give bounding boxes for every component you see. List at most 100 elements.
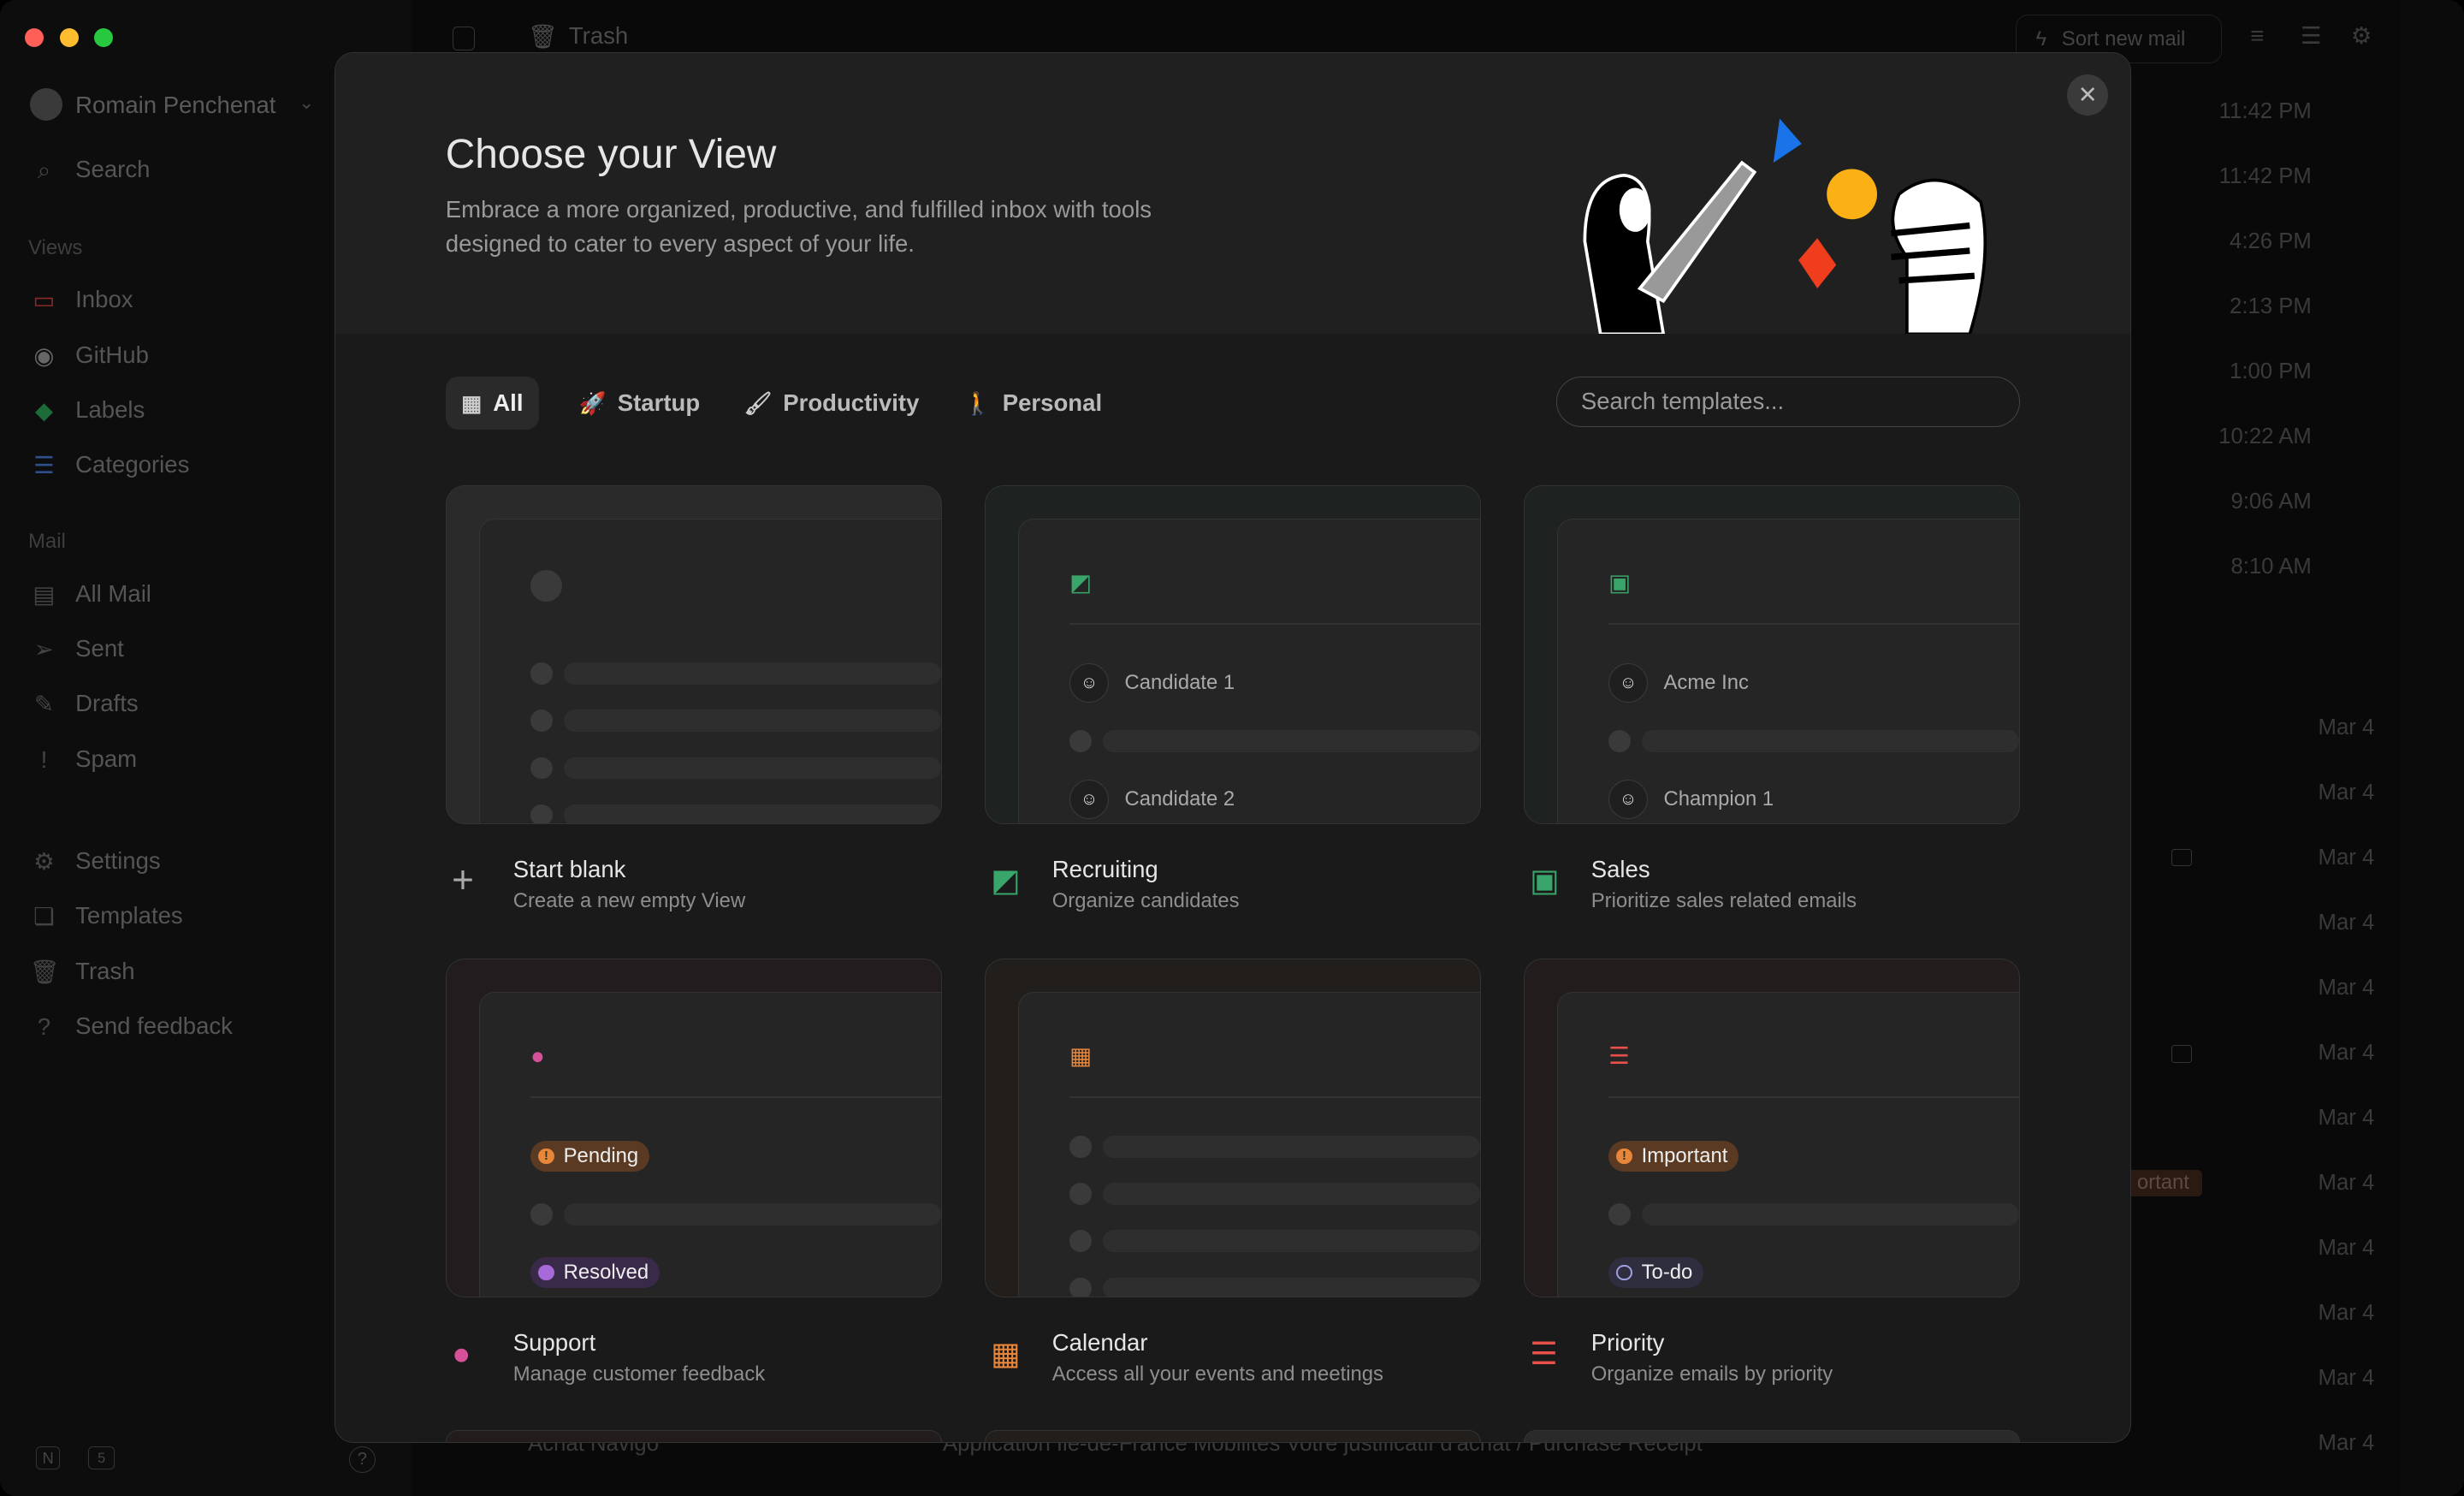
- mail-time: 11:42 PM: [2218, 98, 2312, 123]
- close-dialog-button[interactable]: ✕: [2067, 74, 2108, 116]
- calendar-icon: [2171, 848, 2193, 867]
- list-view-icon[interactable]: ☰: [2301, 22, 2322, 50]
- mail-date: Mar 4: [2318, 715, 2375, 739]
- tab-all[interactable]: ▦ All: [445, 376, 539, 430]
- preview-row: Resolved: [530, 1252, 941, 1293]
- template-preview[interactable]: [445, 484, 943, 825]
- tab-label: Personal: [1002, 389, 1103, 416]
- priority-list-icon: ☰: [1530, 1336, 1558, 1372]
- search-templates-input[interactable]: Search templates...: [1556, 376, 2021, 427]
- zoom-window-button[interactable]: [94, 28, 114, 48]
- tag-icon: ◆: [34, 396, 53, 424]
- dialog-title: Choose your View: [445, 132, 777, 178]
- sort-label: Sort new mail: [2061, 27, 2186, 50]
- tab-startup[interactable]: 🚀 Startup: [564, 377, 716, 430]
- preview-row: [530, 795, 942, 824]
- skeleton-bar: [1102, 1277, 1481, 1297]
- skeleton-bar: [1102, 730, 1481, 753]
- close-window-button[interactable]: [25, 28, 44, 48]
- money-icon: ▣: [1608, 569, 1632, 597]
- status-badge: ! Important: [1608, 1140, 1739, 1172]
- skeleton-dot: [1608, 730, 1631, 753]
- status-dot-icon: [538, 1264, 554, 1281]
- preview-panel: ◩ ☺ Candidate 1 ☺ Candidate 2: [1018, 519, 1481, 824]
- sort-icon: ϟ: [2035, 27, 2047, 50]
- calendar-app-icon[interactable]: 5: [87, 1446, 116, 1470]
- template-preview[interactable]: ▣ ☺ Acme Inc ☺ Champion 1: [1523, 484, 2021, 825]
- skeleton-dot: [1608, 1203, 1631, 1226]
- badge-label: Resolved: [563, 1261, 649, 1285]
- badge-label: Important: [1641, 1144, 1728, 1168]
- preview-row: ☺ Champion 1: [1608, 779, 2019, 820]
- divider: [1069, 1096, 1481, 1099]
- mail-time: 4:26 PM: [2230, 229, 2312, 253]
- status-badge: ! Pending: [530, 1140, 650, 1172]
- template-description: Prioritize sales related emails: [1590, 888, 1857, 912]
- skeleton-dot: [530, 662, 553, 686]
- choose-view-dialog: Choose your View Embrace a more organize…: [335, 51, 2131, 1444]
- sidebar-item-label: Send feedback: [75, 1012, 233, 1039]
- template-name: Sales: [1590, 856, 1650, 883]
- divider: [1608, 623, 2020, 626]
- select-all-checkbox[interactable]: [452, 27, 475, 50]
- priority-list-icon: ☰: [1608, 1042, 1630, 1069]
- skeleton-bar: [563, 757, 942, 780]
- search-icon: ⌕: [37, 156, 51, 183]
- placeholder-circle: [530, 570, 562, 602]
- badge-label: Pending: [563, 1144, 639, 1168]
- illustration: [1583, 118, 1987, 335]
- template-name: Recruiting: [1051, 856, 1158, 883]
- template-preview[interactable]: ▦: [984, 958, 1482, 1298]
- skeleton-bar: [1641, 1203, 2020, 1226]
- sidebar-item-label: Inbox: [75, 286, 133, 313]
- template-card-partial[interactable]: [445, 1429, 943, 1443]
- list-icon: ☰: [33, 452, 55, 479]
- skeleton-dot: [1069, 1277, 1092, 1297]
- notion-icon[interactable]: N: [36, 1446, 60, 1470]
- preview-panel: ▦: [1018, 992, 1481, 1297]
- preview-row: [1608, 1194, 2020, 1235]
- help-icon[interactable]: ?: [348, 1446, 376, 1474]
- settings-icon[interactable]: ⚙: [2351, 22, 2372, 50]
- important-label: ortant: [2124, 1169, 2202, 1197]
- skeleton-dot: [1069, 1230, 1092, 1253]
- sidebar-item-label: Categories: [75, 451, 190, 478]
- skeleton-bar: [563, 804, 942, 824]
- avatar: ☺: [1069, 663, 1110, 703]
- tab-personal[interactable]: 🚶 Personal: [949, 377, 1118, 430]
- preview-panel: ●! Pending Resolved: [479, 992, 942, 1297]
- mail-time: 2:13 PM: [2230, 294, 2312, 318]
- template-description: Organize candidates: [1051, 888, 1240, 912]
- tab-label: Productivity: [783, 389, 920, 416]
- mail-time: 9:06 AM: [2230, 489, 2312, 514]
- skeleton-dot: [1069, 1136, 1092, 1158]
- tab-productivity[interactable]: 🖌 Productivity: [728, 377, 934, 430]
- template-preview[interactable]: ●! Pending Resolved: [445, 958, 943, 1298]
- folder-title: Trash: [568, 21, 629, 49]
- preview-panel: ▣ ☺ Acme Inc ☺ Champion 1: [1557, 519, 2020, 824]
- template-description: Manage customer feedback: [512, 1362, 766, 1386]
- template-preview[interactable]: ◩ ☺ Candidate 1 ☺ Candidate 2: [984, 484, 1482, 825]
- avatar: ☺: [1608, 780, 1649, 820]
- template-name: Priority: [1590, 1329, 1665, 1356]
- divider: [1608, 1096, 2020, 1099]
- template-name: Calendar: [1051, 1329, 1148, 1356]
- minimize-window-button[interactable]: [59, 28, 79, 48]
- template-preview[interactable]: ☰! Important To-do: [1523, 958, 2021, 1298]
- sidebar-item-label: Trash: [75, 957, 135, 984]
- preview-row: ☺ Candidate 2: [1069, 779, 1480, 820]
- template-card-partial[interactable]: [1523, 1429, 2021, 1443]
- preview-row: [530, 748, 942, 789]
- skeleton-bar: [1102, 1136, 1481, 1158]
- preview-row: [530, 653, 942, 694]
- trash-icon: 🗑: [528, 22, 559, 50]
- template-card-partial[interactable]: [984, 1429, 1482, 1443]
- preview-panel: ☰! Important To-do: [1557, 992, 2020, 1297]
- mail-date: Mar 4: [2318, 1170, 2375, 1195]
- divider: [1069, 623, 1481, 626]
- preview-row: ☺ Acme Inc: [1608, 662, 2019, 703]
- preview-row: ! Pending: [530, 1136, 941, 1177]
- preview-row: ! Important: [1608, 1136, 2019, 1177]
- filter-icon[interactable]: ≡: [2250, 22, 2264, 50]
- preview-row: ☺ Candidate 1: [1069, 662, 1480, 703]
